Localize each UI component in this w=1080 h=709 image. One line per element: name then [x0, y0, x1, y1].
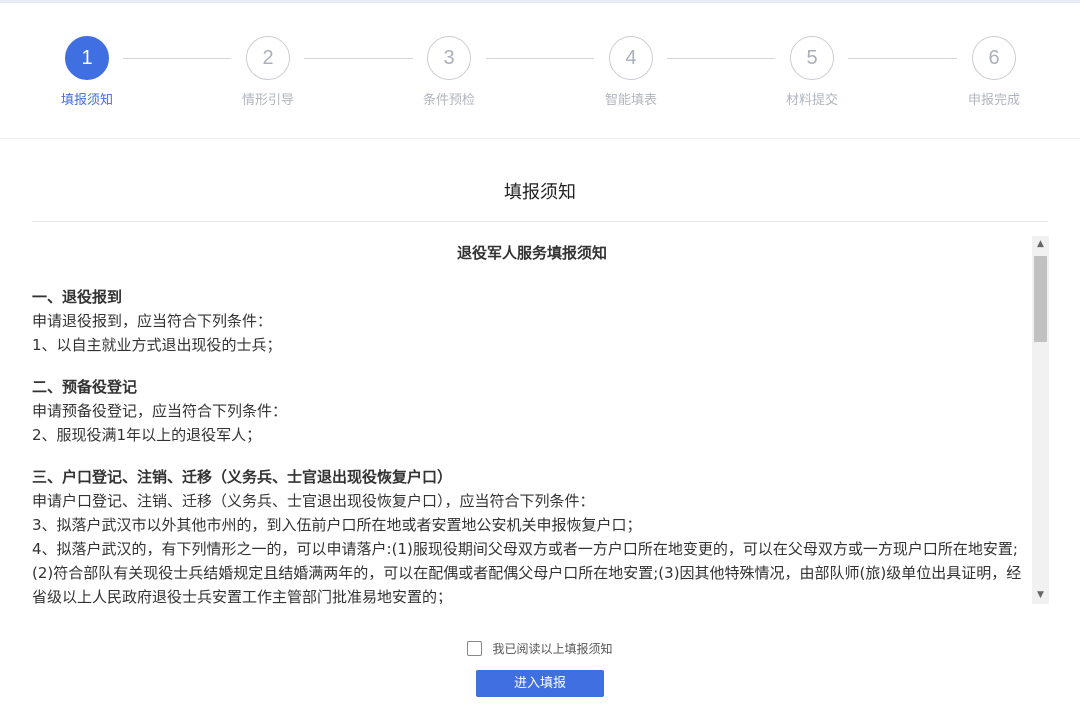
step-number-badge: 4 — [609, 36, 653, 80]
page-title: 填报须知 — [504, 182, 576, 203]
notice-scroll-area[interactable]: 退役军人服务填报须知 一、退役报到 申请退役报到，应当符合下列条件： 1、以自主… — [32, 236, 1032, 604]
step-label: 情形引导 — [241, 93, 294, 108]
scroll-down-arrow-icon[interactable]: ▼ — [1032, 587, 1049, 604]
notice-section-household-registration: 三、户口登记、注销、迁移（义务兵、士官退出现役恢复户口） 申请户口登记、注销、迁… — [32, 465, 1032, 604]
scrollbar-thumb[interactable] — [1034, 256, 1047, 342]
step-5: 5 材料提交 — [752, 36, 872, 108]
step-2: 2 情形引导 — [208, 36, 328, 108]
step-label: 材料提交 — [785, 93, 838, 108]
section-line: 申请户口登记、注销、迁移（义务兵、士官退出现役恢复户口），应当符合下列条件： — [32, 492, 595, 510]
step-label: 条件预检 — [422, 93, 475, 108]
step-label: 智能填表 — [604, 93, 657, 108]
step-label: 申报完成 — [967, 93, 1020, 108]
progress-stepper: 1 填报须知 2 情形引导 3 条件预检 4 智能填表 5 材料提交 6 申报完… — [0, 0, 1080, 139]
step-number-badge: 6 — [972, 36, 1016, 80]
section-title: 一、退役报到 — [32, 288, 123, 306]
agree-checkbox[interactable] — [467, 641, 483, 656]
step-4: 4 智能填表 — [571, 36, 691, 108]
step-number-badge: 3 — [427, 36, 471, 80]
step-1: 1 填报须知 — [27, 36, 147, 108]
section-line: 1、以自主就业方式退出现役的士兵； — [32, 336, 282, 354]
step-3: 3 条件预检 — [389, 36, 509, 108]
section-line: 4、拟落户武汉的，有下列情形之一的，可以申请落户:(1)服现役期间父母双方或者一… — [32, 540, 1022, 604]
notice-scrollbar[interactable]: ▲ ▼ — [1032, 236, 1049, 604]
step-label: 填报须知 — [60, 93, 113, 108]
section-line: 2、服现役满1年以上的退役军人； — [32, 426, 262, 444]
agree-label[interactable]: 我已阅读以上填报须知 — [492, 642, 612, 656]
section-line: 申请退役报到，应当符合下列条件： — [32, 312, 273, 330]
notice-heading: 退役军人服务填报须知 — [456, 244, 607, 262]
section-title: 二、预备役登记 — [32, 378, 138, 396]
section-line: 申请预备役登记，应当符合下列条件： — [32, 402, 288, 420]
notice-section-reserve-registration: 二、预备役登记 申请预备役登记，应当符合下列条件： 2、服现役满1年以上的退役军… — [32, 375, 1032, 447]
title-divider — [32, 221, 1048, 222]
section-line: 3、拟落户武汉市以外其他市州的，到入伍前户口所在地或者安置地公安机关申报恢复户口… — [32, 516, 642, 534]
agreement-row: 我已阅读以上填报须知 — [0, 640, 1080, 657]
step-number-badge: 2 — [246, 36, 290, 80]
step-number-badge: 5 — [790, 36, 834, 80]
step-number-badge: 1 — [65, 36, 109, 80]
scroll-up-arrow-icon[interactable]: ▲ — [1032, 236, 1049, 253]
enter-form-button[interactable]: 进入填报 — [476, 670, 604, 697]
notice-section-discharge-report: 一、退役报到 申请退役报到，应当符合下列条件： 1、以自主就业方式退出现役的士兵… — [32, 285, 1032, 357]
step-6: 6 申报完成 — [934, 36, 1054, 108]
section-title: 三、户口登记、注销、迁移（义务兵、士官退出现役恢复户口） — [32, 468, 453, 486]
